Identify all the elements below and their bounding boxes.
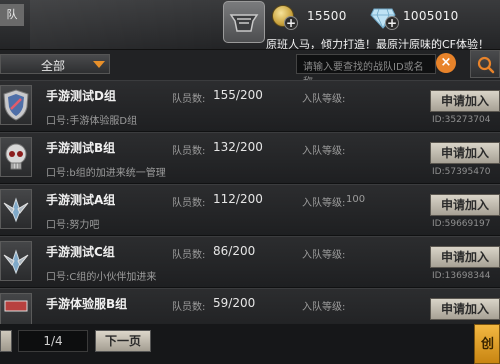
diamond-amount: 1005010 xyxy=(403,9,459,23)
corps-id: ID:59669197 xyxy=(432,219,491,229)
corps-id: ID:57395470 xyxy=(432,167,491,177)
category-dropdown[interactable]: 全部 xyxy=(0,54,110,74)
corps-tab[interactable]: 队 xyxy=(0,4,24,26)
members-count: 155/200 xyxy=(213,88,263,102)
dropdown-value: 全部 xyxy=(41,59,66,73)
gold-amount: 15500 xyxy=(307,9,347,23)
pager: 1/4 下一页 创 xyxy=(0,324,500,364)
corps-badge xyxy=(0,137,32,177)
members-count: 132/200 xyxy=(213,140,263,154)
corps-name: 手游体验服B组 xyxy=(46,297,128,311)
corps-name: 手游测试A组 xyxy=(46,193,116,207)
clear-search-button[interactable]: × xyxy=(436,53,456,73)
shield-icon xyxy=(4,300,28,312)
search-icon xyxy=(477,56,495,74)
list-item: 手游测试D组 口号:手游体验服D组 队员数: 155/200 入队等级: 申请加… xyxy=(0,80,500,132)
apply-join-button[interactable]: 申请加入 xyxy=(430,90,500,112)
members-label: 队员数: xyxy=(172,302,206,313)
corps-list: 手游测试D组 口号:手游体验服D组 队员数: 155/200 入队等级: 申请加… xyxy=(0,80,500,324)
corps-badge xyxy=(0,293,32,324)
join-level-label: 入队等级: xyxy=(302,94,346,105)
list-item: 手游测试B组 口号:b组的加进来统一管理 队员数: 132/200 入队等级: … xyxy=(0,132,500,184)
apply-join-button[interactable]: 申请加入 xyxy=(430,298,500,320)
top-bar-background xyxy=(30,0,220,49)
join-level-label: 入队等级: xyxy=(302,146,346,157)
corps-name: 手游测试B组 xyxy=(46,141,116,155)
join-level-label: 入队等级: xyxy=(302,302,346,313)
add-diamond-button[interactable]: + xyxy=(385,16,399,30)
apply-join-button[interactable]: 申请加入 xyxy=(430,194,500,216)
corps-id: ID:35273704 xyxy=(432,115,491,125)
members-label: 队员数: xyxy=(172,94,206,105)
add-gold-button[interactable]: + xyxy=(284,16,298,30)
corps-emblem-icon[interactable] xyxy=(223,1,265,43)
wings-emblem-icon xyxy=(3,249,29,275)
corps-motto: 口号:手游体验服D组 xyxy=(46,116,138,127)
members-count: 59/200 xyxy=(213,296,256,310)
corps-motto: 口号:努力吧 xyxy=(46,220,100,231)
members-label: 队员数: xyxy=(172,146,206,157)
next-page-button[interactable]: 下一页 xyxy=(95,330,151,352)
list-item: 手游测试A组 口号:努力吧 队员数: 112/200 入队等级: 100 申请加… xyxy=(0,184,500,236)
members-count: 112/200 xyxy=(213,192,263,206)
search-button[interactable] xyxy=(470,50,500,78)
list-item: 手游体验服B组 队员数: 59/200 入队等级: 申请加入 xyxy=(0,288,500,324)
top-bar: 队 + 15500 + 1005010 原班人马，倾力打造！最原汁原味的CF体验… xyxy=(0,0,500,50)
join-level-label: 入队等级: xyxy=(302,250,346,261)
corps-name: 手游测试C组 xyxy=(46,245,115,259)
apply-join-button[interactable]: 申请加入 xyxy=(430,246,500,268)
announcement-marquee: 原班人马，倾力打造！最原汁原味的CF体验！ xyxy=(266,38,490,50)
join-level-value: 100 xyxy=(346,194,366,205)
prev-page-button[interactable] xyxy=(0,330,12,352)
members-count: 86/200 xyxy=(213,244,256,258)
corps-motto: 口号:b组的加进来统一管理 xyxy=(46,168,166,179)
apply-join-button[interactable]: 申请加入 xyxy=(430,142,500,164)
corps-id: ID:13698344 xyxy=(432,271,491,281)
page-indicator: 1/4 xyxy=(18,330,88,352)
filter-bar: 全部 请输入要查找的战队ID或名称 × xyxy=(0,50,500,88)
wings-emblem-icon xyxy=(3,197,29,223)
corps-badge xyxy=(0,85,32,125)
create-corps-button[interactable]: 创 xyxy=(474,324,500,364)
members-label: 队员数: xyxy=(172,250,206,261)
corps-name: 手游测试D组 xyxy=(46,89,116,103)
members-label: 队员数: xyxy=(172,198,206,209)
list-item: 手游测试C组 口号:C组的小伙伴加进来 队员数: 86/200 入队等级: 申请… xyxy=(0,236,500,288)
corps-badge xyxy=(0,241,32,281)
skull-icon xyxy=(5,143,27,170)
chevron-down-icon xyxy=(93,61,105,68)
corps-motto: 口号:C组的小伙伴加进来 xyxy=(46,272,157,283)
corps-badge xyxy=(0,189,32,229)
search-input[interactable]: 请输入要查找的战队ID或名称 xyxy=(296,54,436,88)
join-level-label: 入队等级: xyxy=(302,198,346,209)
shield-icon xyxy=(3,89,29,121)
